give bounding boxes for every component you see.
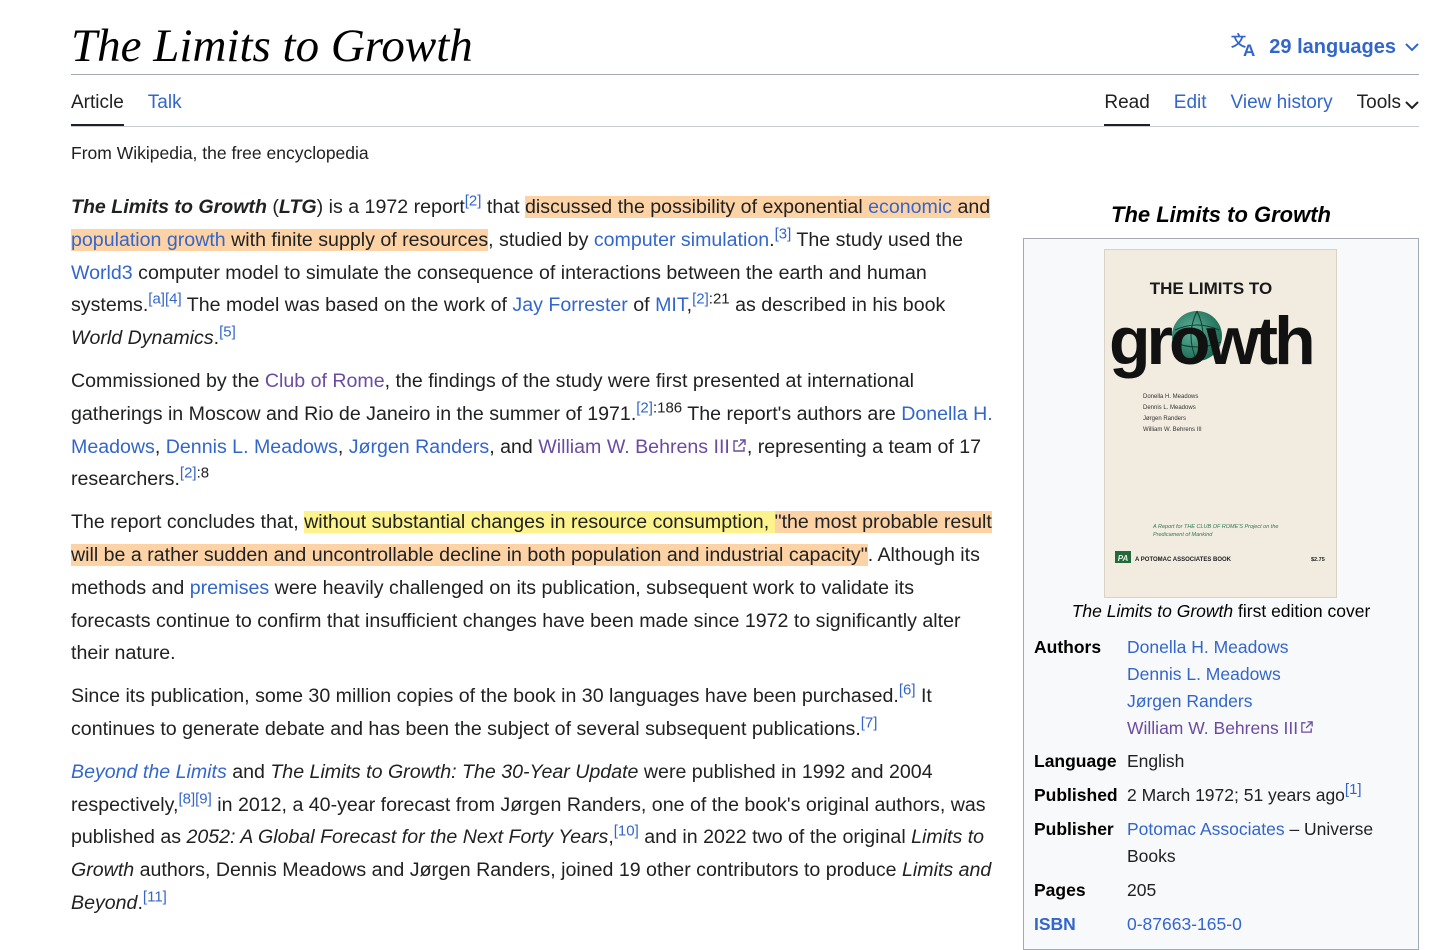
cover-author-2: Dennis L. Meadows [1143, 405, 1196, 411]
citation-link[interactable]: [7] [861, 714, 878, 731]
author-link-william[interactable]: William W. Behrens III [1127, 718, 1298, 738]
published-value: 2 March 1972; 51 years ago [1127, 785, 1345, 805]
language-value: English [1127, 751, 1185, 771]
namespace-tabs: Article Talk [71, 92, 182, 127]
infobox-row-published: Published 2 March 1972; 51 years ago[1] [1034, 782, 1408, 809]
tab-article[interactable]: Article [71, 92, 124, 127]
page-title: The Limits to Growth [71, 20, 473, 72]
infobox-row-isbn: ISBN 0-87663-165-0 [1034, 911, 1408, 938]
cover-price: $2.75 [1311, 557, 1325, 563]
citation-link[interactable]: [11] [143, 888, 167, 905]
translate-icon: 文 A [1231, 31, 1261, 63]
cover-blurb-2: Predicament of Mankind [1153, 532, 1213, 538]
cover-author-3: Jørgen Randers [1143, 416, 1186, 422]
cover-caption: The Limits to Growth first edition cover [1071, 601, 1371, 621]
note-link[interactable]: [a] [148, 291, 165, 308]
link-william-behrens[interactable]: William W. Behrens III [538, 436, 730, 458]
tab-view-history[interactable]: View history [1231, 92, 1333, 126]
bold-title: The Limits to Growth [71, 196, 267, 218]
infobox: THE LIMITS TO growth Donella H. Meadows … [1023, 238, 1419, 950]
link-dennis-meadows[interactable]: Dennis L. Meadows [166, 436, 338, 458]
citation-link[interactable]: [6] [899, 682, 916, 699]
pages-label: Pages [1034, 880, 1086, 900]
link-computer-simulation[interactable]: computer simulation [594, 229, 769, 251]
chevron-down-icon [1404, 36, 1420, 59]
infobox-row-authors: Authors Donella H. Meadows Dennis L. Mea… [1034, 634, 1408, 742]
citation-link[interactable]: [8] [178, 790, 195, 807]
author-link-jorgen[interactable]: Jørgen Randers [1127, 691, 1252, 711]
citation-link[interactable]: [2] [636, 399, 653, 416]
cover-publisher: A POTOMAC ASSOCIATES BOOK [1135, 557, 1232, 563]
link-economic[interactable]: economic [868, 196, 952, 218]
languages-label: 29 languages [1269, 35, 1396, 58]
paragraph-commission: Commissioned by the Club of Rome, the fi… [71, 369, 993, 491]
citation-link[interactable]: [4] [165, 291, 182, 308]
published-label: Published [1034, 785, 1118, 805]
tools-label: Tools [1356, 92, 1401, 113]
external-link-icon [1300, 715, 1314, 742]
link-premises[interactable]: premises [190, 577, 270, 599]
link-population-growth[interactable]: population growth [71, 229, 226, 251]
book-title: World Dynamics [71, 327, 214, 350]
paragraph-publication: Since its publication, some 30 million c… [71, 681, 932, 740]
book-title: The Limits to Growth: The 30-Year Update [270, 760, 639, 783]
citation-link[interactable]: [3] [775, 225, 792, 242]
view-tabs: Read Edit View history Tools [1104, 92, 1419, 127]
citation-link[interactable]: [2] [180, 465, 197, 482]
link-beyond-the-limits[interactable]: Beyond the Limits [71, 761, 227, 783]
infobox-row-language: Language English [1034, 748, 1408, 775]
book-title: 2052: A Global Forecast for the Next For… [186, 826, 609, 849]
language-label: Language [1034, 751, 1117, 771]
tab-edit[interactable]: Edit [1174, 92, 1207, 126]
link-world3[interactable]: World3 [71, 262, 133, 284]
link-jay-forrester[interactable]: Jay Forrester [512, 294, 627, 316]
languages-button[interactable]: 文 A 29 languages [1231, 31, 1420, 63]
cover-blurb-1: A Report for THE CLUB OF ROME'S Project … [1152, 524, 1278, 530]
isbn-label-link[interactable]: ISBN [1034, 914, 1076, 934]
author-link-donella[interactable]: Donella H. Meadows [1127, 637, 1288, 657]
infobox-row-pages: Pages 205 [1034, 877, 1408, 904]
highlight-yellow: without substantial changes in resource … [304, 511, 775, 534]
external-link-icon [732, 431, 747, 464]
citation-link[interactable]: [9] [195, 790, 212, 807]
article-body: The Limits to Growth (LTG) is a 1972 rep… [71, 191, 996, 930]
paragraph-conclusion: The report concludes that, without subst… [71, 511, 992, 665]
cover-title-top: THE LIMITS TO [1150, 279, 1272, 298]
publisher-label: Publisher [1034, 819, 1114, 839]
citation-link[interactable]: [5] [219, 324, 236, 341]
cover-title-big: growth [1109, 303, 1312, 379]
paragraph-sequels: Beyond the Limits and The Limits to Grow… [71, 760, 992, 914]
authors-label: Authors [1034, 637, 1102, 657]
abbreviation: LTG [278, 196, 317, 218]
paragraph-intro: The Limits to Growth (LTG) is a 1972 rep… [71, 192, 991, 350]
pages-value: 205 [1127, 880, 1157, 900]
citation-link[interactable]: [2] [692, 291, 709, 308]
book-cover-image[interactable]: THE LIMITS TO growth Donella H. Meadows … [1105, 250, 1336, 597]
tools-menu[interactable]: Tools [1357, 92, 1419, 126]
citation-link[interactable]: [10] [614, 823, 639, 840]
publisher-link[interactable]: Potomac Associates [1127, 819, 1285, 839]
link-club-of-rome[interactable]: Club of Rome [265, 370, 385, 392]
infobox-row-publisher: Publisher Potomac Associates – Universe … [1034, 816, 1408, 870]
site-tagline: From Wikipedia, the free encyclopedia [71, 143, 369, 163]
link-mit[interactable]: MIT [655, 294, 687, 316]
chevron-down-icon [1405, 95, 1419, 117]
title-divider [71, 74, 1419, 75]
citation-link[interactable]: [2] [465, 192, 482, 209]
tabs-divider [71, 126, 1419, 127]
author-link-dennis[interactable]: Dennis L. Meadows [1127, 664, 1281, 684]
infobox-title: The Limits to Growth [1111, 202, 1331, 227]
citation-link[interactable]: [1] [1345, 781, 1362, 798]
tab-read[interactable]: Read [1104, 92, 1151, 127]
cover-author-1: Donella H. Meadows [1143, 394, 1198, 400]
isbn-link[interactable]: 0-87663-165-0 [1127, 914, 1242, 934]
publisher-logo-text: PA [1118, 554, 1129, 563]
svg-text:A: A [1243, 41, 1255, 57]
link-jorgen-randers[interactable]: Jørgen Randers [349, 436, 490, 458]
tab-talk[interactable]: Talk [148, 92, 182, 126]
cover-author-4: William W. Behrens III [1143, 427, 1202, 433]
